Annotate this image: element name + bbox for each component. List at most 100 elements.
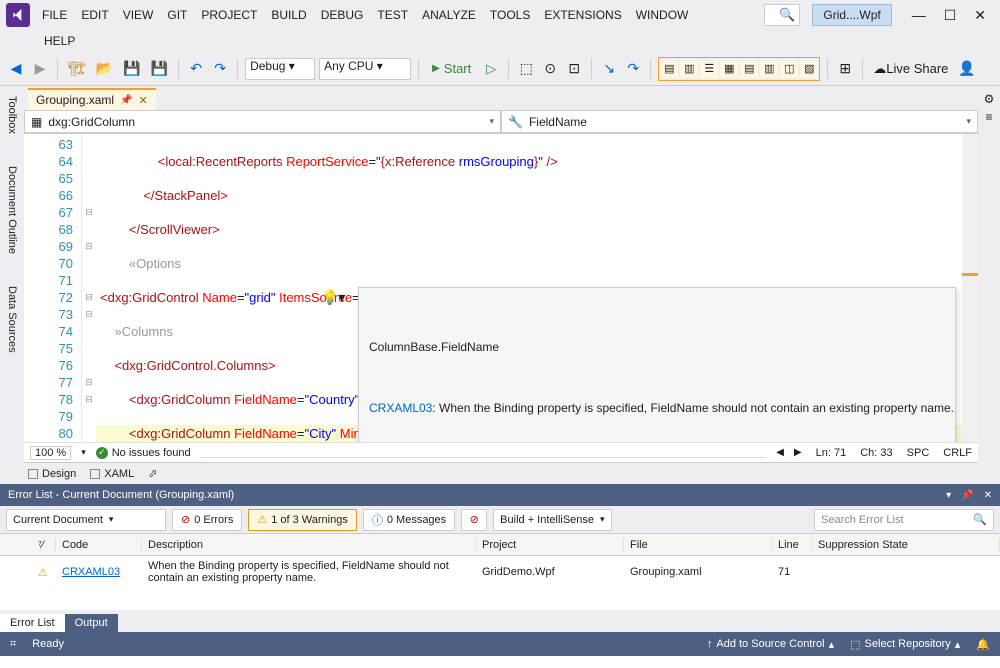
nav-type-combo[interactable]: ▦ dxg:GridColumn (24, 110, 501, 133)
eol-indicator[interactable]: CRLF (943, 447, 972, 459)
scroll-marker-bar[interactable] (962, 134, 978, 442)
menu-project[interactable]: PROJECT (201, 8, 257, 22)
build-combo[interactable]: Build + IntelliSense (493, 509, 611, 531)
platform-combo[interactable]: Any CPU ▾ (319, 58, 411, 80)
menu-git[interactable]: GIT (167, 8, 187, 22)
errors-filter[interactable]: ⊘0 Errors (172, 509, 242, 531)
live-share-button[interactable]: ☁ Live Share (870, 58, 951, 80)
cr-icon-4[interactable]: ▦ (720, 60, 738, 78)
popup-icon[interactable]: ⬀ (148, 467, 157, 480)
panel-dropdown-icon[interactable]: ▾ (946, 490, 951, 501)
terminal-icon[interactable]: ⌗ (10, 638, 16, 651)
select-repository[interactable]: ⬚ Select Repository ▴ (850, 638, 960, 651)
zoom-combo[interactable]: 100 % (30, 446, 71, 460)
solution-label[interactable]: Grid....Wpf (812, 4, 891, 26)
maximize-icon[interactable]: ☐ (944, 7, 957, 24)
start-button[interactable]: Start (426, 58, 477, 80)
grid-header[interactable]: ⁷⁄ Code Description Project File Line Su… (0, 534, 1000, 556)
tool-icon-3[interactable]: ⊡ (564, 58, 584, 80)
right-tab-1[interactable]: ⚙ (982, 90, 997, 108)
config-combo[interactable]: Debug ▾ (245, 58, 315, 80)
tab-error-list[interactable]: Error List (0, 614, 65, 632)
tab-close-icon[interactable]: ✕ (139, 94, 148, 107)
warnings-filter[interactable]: ⚠1 of 3 Warnings (248, 509, 357, 531)
tab-output[interactable]: Output (65, 614, 118, 632)
user-icon[interactable]: 👤 (955, 58, 978, 80)
menu-test[interactable]: TEST (377, 8, 408, 22)
save-icon[interactable]: 💾 (120, 58, 143, 80)
open-icon[interactable]: 📂 (93, 58, 116, 80)
nav-fwd-icon[interactable]: ▶ (30, 58, 50, 80)
nav-member-combo[interactable]: 🔧 FieldName (501, 110, 978, 133)
toolbox-tab[interactable]: Toolbox (4, 90, 20, 140)
error-search-input[interactable]: Search Error List (814, 509, 994, 531)
panel-header[interactable]: Error List - Current Document (Grouping.… (0, 484, 1000, 506)
menu-debug[interactable]: DEBUG (321, 8, 364, 22)
editor-area: Grouping.xaml 📌 ✕ ▦ dxg:GridColumn 🔧 Fie… (24, 86, 978, 484)
notifications-icon[interactable]: 🔔 (976, 638, 990, 651)
status-bar: ⌗ Ready ↑ Add to Source Control ▴ ⬚ Sele… (0, 632, 1000, 656)
line-numbers: 63646566676869707172737475767778798081 (24, 134, 82, 442)
indent-indicator[interactable]: SPC (907, 447, 930, 459)
cr-icon-6[interactable]: ▥ (760, 60, 778, 78)
cr-icon-2[interactable]: ▥ (680, 60, 698, 78)
line-indicator: Ln: 71 (816, 447, 847, 459)
step-over-icon[interactable]: ↷ (623, 58, 643, 80)
cr-icon-3[interactable]: ☰ (700, 60, 718, 78)
new-project-icon[interactable]: 🏗 (65, 58, 89, 80)
menu-window[interactable]: WINDOW (636, 8, 689, 22)
menu-help[interactable]: HELP (44, 34, 75, 48)
panel-close-icon[interactable]: ✕ (984, 490, 992, 501)
code-editor[interactable]: 63646566676869707172737475767778798081 ⊟… (24, 134, 978, 442)
start-no-debug-icon[interactable]: ▷ (481, 58, 501, 80)
step-into-icon[interactable]: ↘ (599, 58, 619, 80)
error-code-link[interactable]: CRXAML03 (62, 566, 120, 578)
menu-extensions[interactable]: EXTENSIONS (544, 8, 621, 22)
error-project: GridDemo.Wpf (476, 562, 624, 582)
right-sidebar: ⚙ ≡ (978, 86, 1000, 484)
clear-filter[interactable]: ⊘ (461, 509, 487, 531)
left-sidebar: Toolbox Document Outline Data Sources (0, 86, 24, 484)
tab-grouping-xaml[interactable]: Grouping.xaml 📌 ✕ (28, 88, 156, 110)
data-sources-tab[interactable]: Data Sources (4, 280, 20, 359)
lightbulb-icon[interactable]: 💡▾ (321, 287, 353, 307)
redo-icon[interactable]: ↷ (210, 58, 230, 80)
quick-search[interactable]: 🔍 (764, 4, 800, 26)
doc-outline-tab[interactable]: Document Outline (4, 160, 20, 260)
cr-icon-7[interactable]: ◫ (780, 60, 798, 78)
menu-file[interactable]: FILE (42, 8, 67, 22)
error-desc: When the Binding property is specified, … (142, 556, 476, 588)
code-content[interactable]: <local:RecentReports ReportService="{x:R… (96, 134, 978, 442)
pin-icon[interactable]: 📌 (120, 95, 132, 106)
scope-combo[interactable]: Current Document (6, 509, 166, 531)
panel-pin-icon[interactable]: 📌 (961, 490, 973, 501)
save-all-icon[interactable]: 💾 (148, 58, 171, 80)
nav-back-icon[interactable]: ◀ (6, 58, 26, 80)
menu-view[interactable]: VIEW (123, 8, 154, 22)
messages-filter[interactable]: ⓘ0 Messages (363, 509, 455, 531)
tool-icon-2[interactable]: ⊙ (540, 58, 560, 80)
table-row[interactable]: ⚠ CRXAML03 When the Binding property is … (0, 556, 1000, 588)
tool-icon-x[interactable]: ⊞ (835, 58, 855, 80)
issues-indicator[interactable]: No issues found (96, 447, 191, 459)
add-source-control[interactable]: ↑ Add to Source Control ▴ (707, 638, 834, 651)
menu-analyze[interactable]: ANALYZE (422, 8, 476, 22)
close-icon[interactable]: ✕ (974, 7, 986, 24)
menu-build[interactable]: BUILD (271, 8, 306, 22)
cr-icon-5[interactable]: ▤ (740, 60, 758, 78)
tooltip-code-link[interactable]: CRXAML03 (369, 401, 432, 415)
minimize-icon[interactable]: — (912, 7, 926, 24)
right-tab-2[interactable]: ≡ (983, 108, 994, 126)
vs-logo-icon (6, 3, 30, 27)
fold-column[interactable]: ⊟⊟⊟⊟⊟⊟ (82, 134, 96, 442)
designer-tabs: Design XAML ⬀ (24, 462, 978, 484)
undo-icon[interactable]: ↶ (186, 58, 206, 80)
menu-edit[interactable]: EDIT (81, 8, 108, 22)
cr-icon-8[interactable]: ▧ (800, 60, 818, 78)
xaml-tab[interactable]: XAML (90, 468, 134, 480)
menu-tools[interactable]: TOOLS (490, 8, 530, 22)
error-list-panel: Error List - Current Document (Grouping.… (0, 484, 1000, 632)
tool-icon-1[interactable]: ⬚ (516, 58, 536, 80)
design-tab[interactable]: Design (28, 468, 76, 480)
cr-icon-1[interactable]: ▤ (660, 60, 678, 78)
